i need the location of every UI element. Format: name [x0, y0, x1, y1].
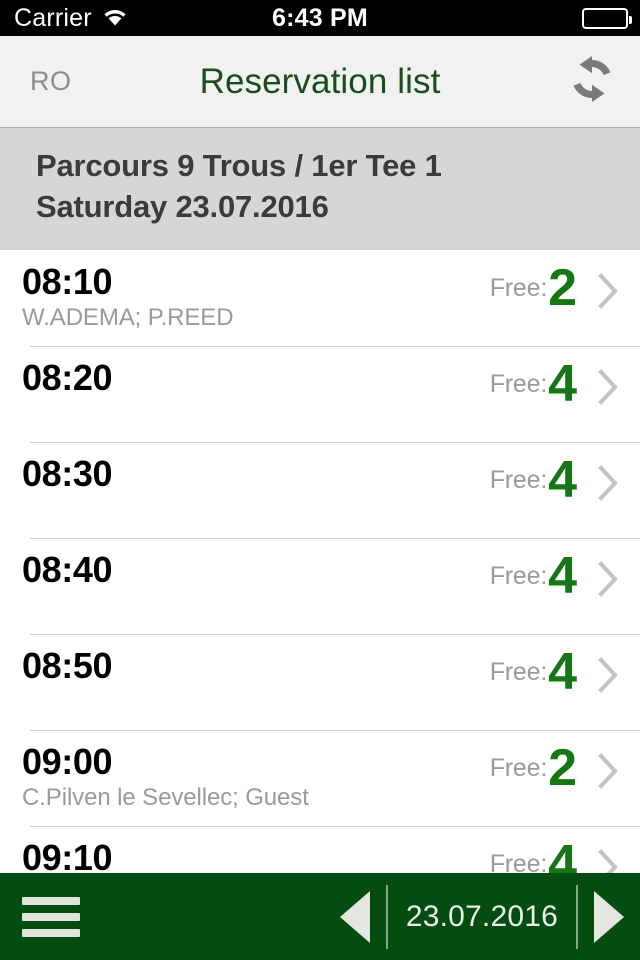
next-day-button[interactable] [594, 890, 624, 943]
current-date-label: 23.07.2016 [405, 899, 558, 933]
free-label: Free: [489, 273, 548, 302]
free-count-badge: 4 [548, 450, 577, 509]
tee-time-label: 08:30 [22, 452, 113, 494]
chevron-right-icon [598, 464, 620, 506]
bottom-toolbar: 23.07.2016 [0, 873, 640, 960]
refresh-icon [566, 54, 618, 109]
tee-time-label: 08:50 [22, 644, 113, 686]
row-secondary: Free: 4 [489, 546, 620, 605]
row-secondary: Free: 4 [489, 450, 620, 509]
chevron-right-icon [598, 272, 620, 314]
nav-bar: RO Reservation list [0, 36, 640, 128]
course-name: Parcours 9 Trous / 1er Tee 1 [36, 148, 442, 183]
tee-time-label: 09:00 [22, 740, 113, 782]
row-primary: 08:40 [22, 548, 113, 590]
section-date: Saturday 23.07.2016 [36, 188, 329, 224]
row-primary: 08:10 W.ADEMA; P.REED [22, 260, 234, 332]
refresh-button[interactable] [566, 36, 618, 127]
chevron-right-icon [598, 560, 620, 602]
free-label: Free: [489, 561, 548, 590]
status-bar: Carrier 6:43 PM [0, 0, 640, 36]
table-row[interactable]: 08:20 Free: 4 [0, 345, 640, 442]
previous-day-button[interactable] [339, 890, 370, 943]
status-bar-right [582, 0, 632, 36]
reservation-list[interactable]: 08:10 W.ADEMA; P.REED Free: 2 08:20 Free: 4 08:… [0, 249, 640, 922]
tee-time-label: 08:10 [22, 260, 113, 302]
status-bar-left: Carrier [14, 4, 129, 33]
row-secondary: Free: 2 [489, 738, 620, 797]
row-secondary: Free: 2 [489, 258, 620, 317]
free-count-badge: 2 [548, 258, 577, 317]
tee-time-label: 08:40 [22, 548, 113, 590]
chevron-right-icon [598, 752, 620, 794]
row-primary: 08:50 [22, 644, 113, 686]
date-navigator: 23.07.2016 [339, 884, 624, 949]
chevron-right-icon [598, 368, 620, 410]
battery-icon [582, 7, 632, 29]
free-count-badge: 4 [548, 642, 577, 701]
row-primary: 09:10 [22, 836, 113, 878]
row-primary: 08:20 [22, 356, 113, 398]
hamburger-menu-icon-bar [22, 928, 80, 937]
free-count-badge: 4 [548, 546, 577, 605]
row-primary: 08:30 [22, 452, 113, 494]
hamburger-menu-icon-bar [22, 912, 80, 921]
hamburger-menu-button[interactable] [22, 896, 80, 937]
back-button[interactable]: RO [0, 66, 72, 97]
table-row[interactable]: 08:30 Free: 4 [0, 441, 640, 538]
free-label: Free: [489, 753, 548, 782]
section-header: Parcours 9 Trous / 1er Tee 1 Saturday 23… [0, 128, 640, 250]
row-primary: 09:00 C.Pilven le Sevellec; Guest [22, 740, 309, 812]
free-count-badge: 4 [548, 354, 577, 413]
table-row[interactable]: 08:40 Free: 4 [0, 537, 640, 634]
player-names-label: C.Pilven le Sevellec; Guest [22, 783, 309, 811]
free-label: Free: [489, 657, 548, 686]
free-count-badge: 2 [548, 738, 577, 797]
free-label: Free: [489, 465, 548, 494]
tee-time-label: 08:20 [22, 356, 113, 398]
divider [385, 884, 388, 949]
table-row[interactable]: 09:00 C.Pilven le Sevellec; Guest Free: 2 [0, 729, 640, 826]
player-names-label: W.ADEMA; P.REED [22, 303, 234, 331]
row-secondary: Free: 4 [489, 354, 620, 413]
table-row[interactable]: 08:10 W.ADEMA; P.REED Free: 2 [0, 250, 640, 346]
table-row[interactable]: 08:50 Free: 4 [0, 633, 640, 730]
carrier-label: Carrier [14, 3, 92, 32]
hamburger-menu-icon-bar [22, 896, 80, 905]
chevron-right-icon [598, 656, 620, 698]
row-secondary: Free: 4 [489, 642, 620, 701]
tee-time-label: 09:10 [22, 836, 113, 878]
free-label: Free: [489, 369, 548, 398]
page-title: Reservation list [199, 61, 441, 101]
wifi-icon [101, 6, 129, 31]
divider [576, 884, 578, 949]
